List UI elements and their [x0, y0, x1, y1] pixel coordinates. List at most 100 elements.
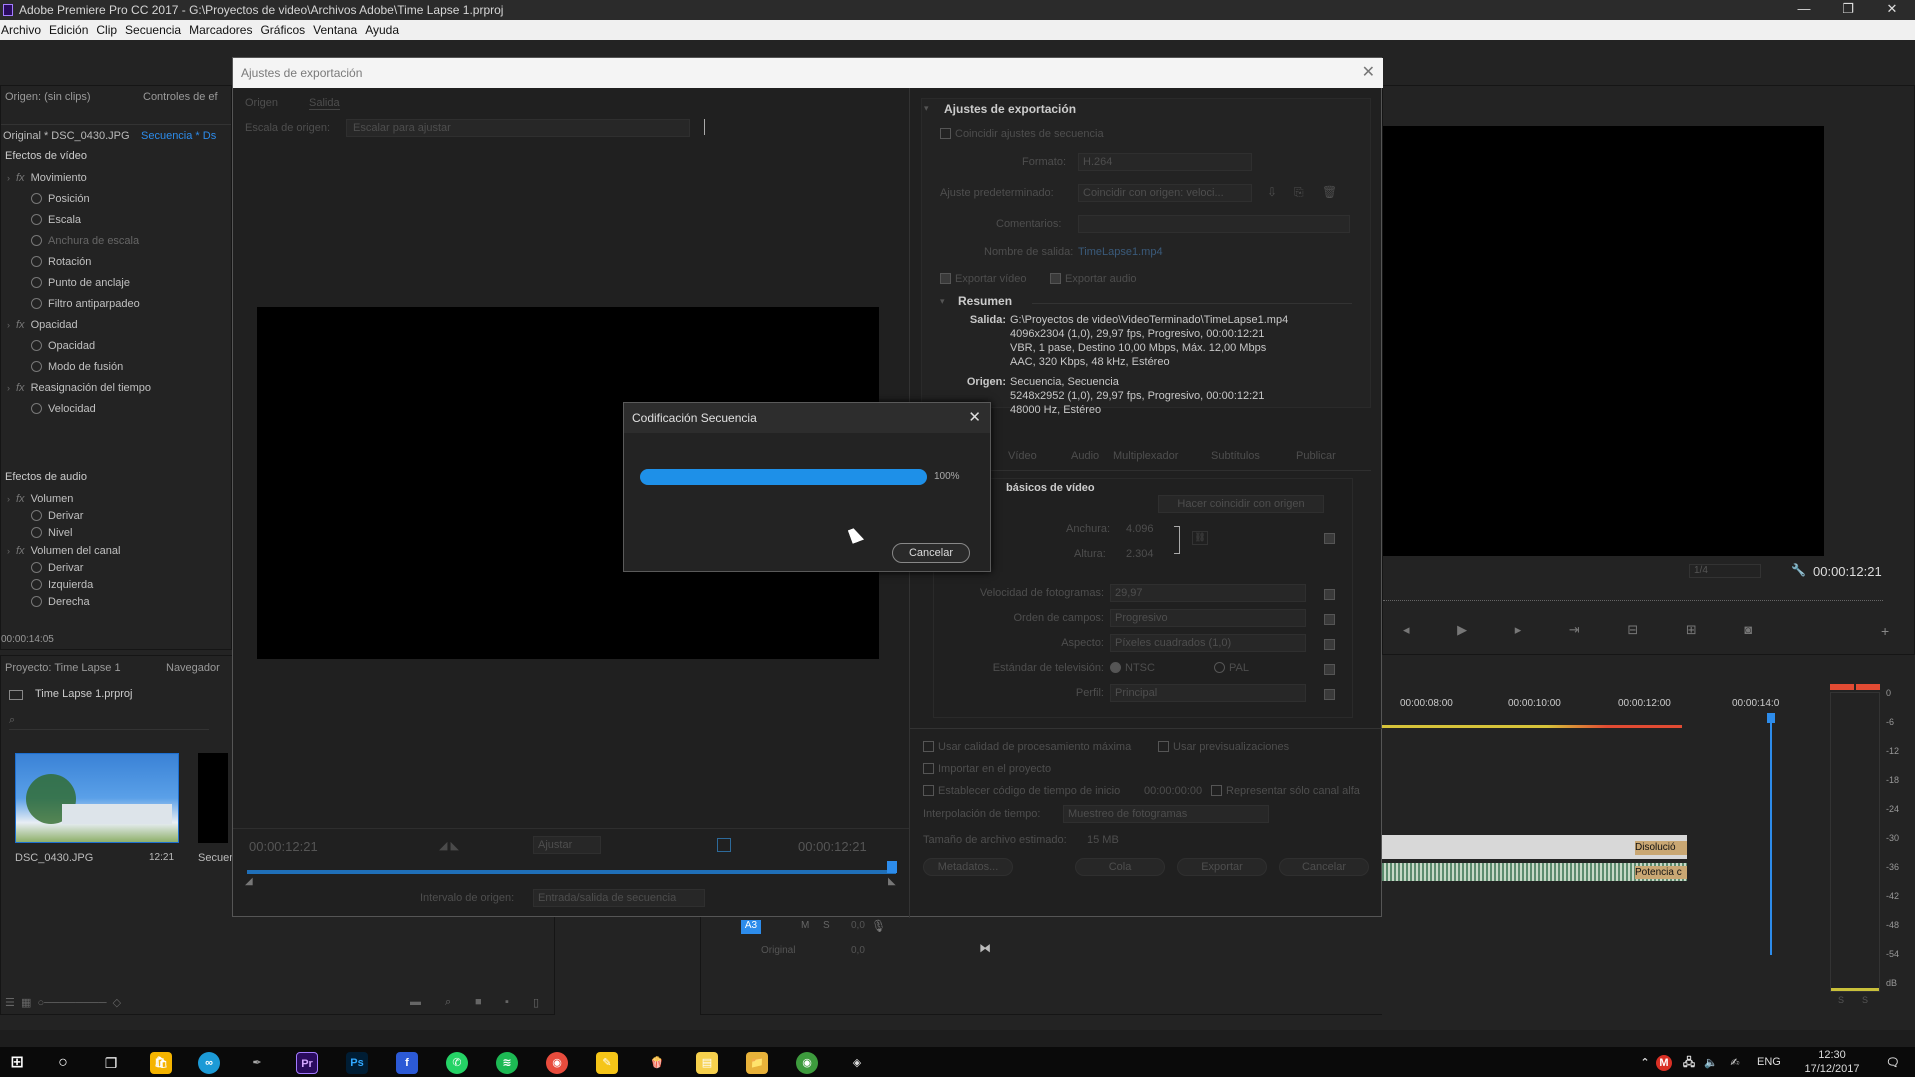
- track-end-icon[interactable]: ⧓: [979, 941, 991, 955]
- stopwatch-icon[interactable]: [31, 361, 42, 372]
- delete-preset-icon[interactable]: 🗑: [1322, 185, 1337, 199]
- audio-effect-row[interactable]: Derecha: [1, 592, 231, 613]
- tab-video[interactable]: Vídeo: [1008, 450, 1037, 462]
- wrench-icon[interactable]: 🔧: [1791, 563, 1806, 577]
- clock-time[interactable]: 12:30: [1804, 1049, 1860, 1061]
- store-icon[interactable]: 🛍: [150, 1052, 172, 1074]
- network-icon[interactable]: 🖧: [1678, 1052, 1700, 1074]
- sticky-notes-icon[interactable]: ▤: [696, 1052, 718, 1074]
- effect-row[interactable]: Rotación: [1, 252, 231, 273]
- trash-icon[interactable]: ▯: [533, 996, 539, 1009]
- start-timecode-checkbox[interactable]: Establecer código de tiempo de inicio: [923, 785, 1120, 797]
- source-range-select[interactable]: Entrada/salida de secuencia: [533, 889, 705, 907]
- encoding-cancel-button[interactable]: Cancelar: [892, 543, 970, 563]
- navigator-tab[interactable]: Navegador: [166, 662, 220, 674]
- notes-icon[interactable]: ✎: [596, 1052, 618, 1074]
- effect-row[interactable]: Velocidad: [1, 399, 231, 420]
- time-interpolation-select[interactable]: Muestreo de fotogramas: [1063, 805, 1269, 823]
- width-value[interactable]: 4.096: [1126, 523, 1154, 535]
- task-view-icon[interactable]: ❐: [100, 1052, 122, 1074]
- effect-controls-tab[interactable]: Controles de ef: [143, 91, 218, 103]
- clock-date[interactable]: 17/12/2017: [1800, 1063, 1864, 1075]
- fit-select[interactable]: Ajustar: [533, 836, 601, 854]
- sequence-clip-name[interactable]: Secuencia * Ds: [141, 130, 216, 142]
- source-clip-name[interactable]: Original * DSC_0430.JPG: [3, 130, 130, 142]
- use-previews-checkbox[interactable]: Usar previsualizaciones: [1158, 741, 1289, 753]
- stopwatch-icon[interactable]: [31, 561, 42, 573]
- program-timecode[interactable]: 00:00:12:21: [1813, 564, 1882, 579]
- export-button[interactable]: Exportar: [1177, 858, 1267, 876]
- stopwatch-icon[interactable]: [31, 214, 42, 225]
- tab-audio[interactable]: Audio: [1071, 450, 1099, 462]
- effect-row[interactable]: Modo de fusión: [1, 357, 231, 378]
- chain-link-icon[interactable]: ⛓: [1192, 531, 1208, 545]
- tab-multiplexer[interactable]: Multiplexador: [1113, 450, 1178, 462]
- encoding-close-icon[interactable]: ✕: [968, 408, 981, 426]
- effect-row[interactable]: Posición: [1, 189, 231, 210]
- effect-row[interactable]: › fx Opacidad: [1, 315, 231, 336]
- windows-start-icon[interactable]: ⊞: [6, 1052, 28, 1074]
- program-time-ruler[interactable]: [1383, 591, 1883, 601]
- search-circle-icon[interactable]: ○: [52, 1052, 74, 1074]
- menu-ayuda[interactable]: Ayuda: [365, 23, 399, 37]
- find-icon[interactable]: ⌕: [445, 996, 451, 1009]
- stopwatch-icon[interactable]: [31, 403, 42, 414]
- collapse-arrow-icon[interactable]: ▾: [924, 103, 929, 114]
- transition-audio[interactable]: Potencia c: [1635, 866, 1687, 879]
- pen-icon[interactable]: ✍: [1724, 1052, 1746, 1074]
- close-window-button[interactable]: ✕: [1872, 0, 1912, 20]
- playhead-handle[interactable]: [1767, 713, 1775, 723]
- alpha-only-checkbox[interactable]: Representar sólo canal alfa: [1211, 785, 1360, 797]
- export-video-checkbox[interactable]: Exportar vídeo: [940, 273, 1027, 285]
- queue-button[interactable]: Cola: [1075, 858, 1165, 876]
- zoom-slider[interactable]: ○────────: [38, 997, 107, 1009]
- export-in-point-icon[interactable]: ◢: [245, 876, 253, 887]
- save-preset-icon[interactable]: ⇩: [1267, 185, 1277, 199]
- stopwatch-icon[interactable]: [31, 579, 42, 590]
- format-select[interactable]: H.264: [1078, 153, 1252, 171]
- playhead[interactable]: [1770, 715, 1772, 955]
- facebook-icon[interactable]: f: [396, 1052, 418, 1074]
- whatsapp-icon[interactable]: ✆: [446, 1052, 468, 1074]
- premiere-taskbar-icon[interactable]: Pr: [296, 1052, 318, 1074]
- source-scaling-select[interactable]: Escalar para ajustar: [346, 119, 690, 137]
- expand-arrow-icon[interactable]: ›: [7, 383, 10, 393]
- microphone-icon[interactable]: 🎙: [871, 919, 886, 933]
- minimize-button[interactable]: —: [1784, 0, 1824, 20]
- video-setting-select[interactable]: Progresivo: [1110, 609, 1306, 627]
- export-timecode-left[interactable]: 00:00:12:21: [249, 839, 318, 854]
- stopwatch-icon[interactable]: [31, 510, 42, 522]
- arduino-icon[interactable]: ∞: [198, 1052, 220, 1074]
- project-search-input[interactable]: ⌕: [9, 712, 209, 730]
- start-timecode-value[interactable]: 00:00:00:00: [1144, 785, 1202, 797]
- video-setting-override-checkbox[interactable]: [1324, 587, 1339, 601]
- meter-solo-left[interactable]: S: [1838, 995, 1844, 1005]
- tab-origen[interactable]: Origen: [245, 97, 278, 109]
- volume-icon[interactable]: 🔈: [1700, 1052, 1722, 1074]
- menu-ventana[interactable]: Ventana: [313, 23, 357, 37]
- effect-row[interactable]: Anchura de escala: [1, 231, 231, 252]
- video-setting-override-checkbox[interactable]: [1324, 662, 1339, 676]
- icon-view-icon[interactable]: ▦: [21, 997, 31, 1009]
- new-bin-icon[interactable]: ■: [475, 996, 482, 1008]
- import-project-checkbox[interactable]: Importar en el proyecto: [923, 763, 1051, 775]
- project-tab[interactable]: Proyecto: Time Lapse 1: [5, 662, 121, 674]
- video-setting-override-checkbox[interactable]: [1324, 687, 1339, 701]
- stopwatch-icon[interactable]: [31, 298, 42, 309]
- gmail-tray-icon[interactable]: M: [1656, 1055, 1672, 1071]
- height-value[interactable]: 2.304: [1126, 548, 1154, 560]
- video-setting-select[interactable]: Píxeles cuadrados (1,0): [1110, 634, 1306, 652]
- size-override-checkbox[interactable]: [1324, 533, 1335, 544]
- notifications-icon[interactable]: 🗨: [1882, 1052, 1904, 1074]
- match-source-button[interactable]: Hacer coincidir con origen: [1158, 495, 1324, 513]
- export-out-point-icon[interactable]: ◣: [888, 876, 896, 887]
- menu-clip[interactable]: Clip: [96, 23, 117, 37]
- list-view-icon[interactable]: ☰: [5, 997, 15, 1009]
- tab-salida[interactable]: Salida: [309, 97, 340, 110]
- menu-secuencia[interactable]: Secuencia: [125, 23, 181, 37]
- menu-archivo[interactable]: Archivo: [1, 23, 41, 37]
- program-monitor-screen[interactable]: [1383, 126, 1824, 556]
- export-cancel-button[interactable]: Cancelar: [1279, 858, 1369, 876]
- effect-controls-timecode[interactable]: 00:00:14:05: [1, 634, 54, 645]
- tray-chevron-icon[interactable]: ⌃: [1634, 1052, 1656, 1074]
